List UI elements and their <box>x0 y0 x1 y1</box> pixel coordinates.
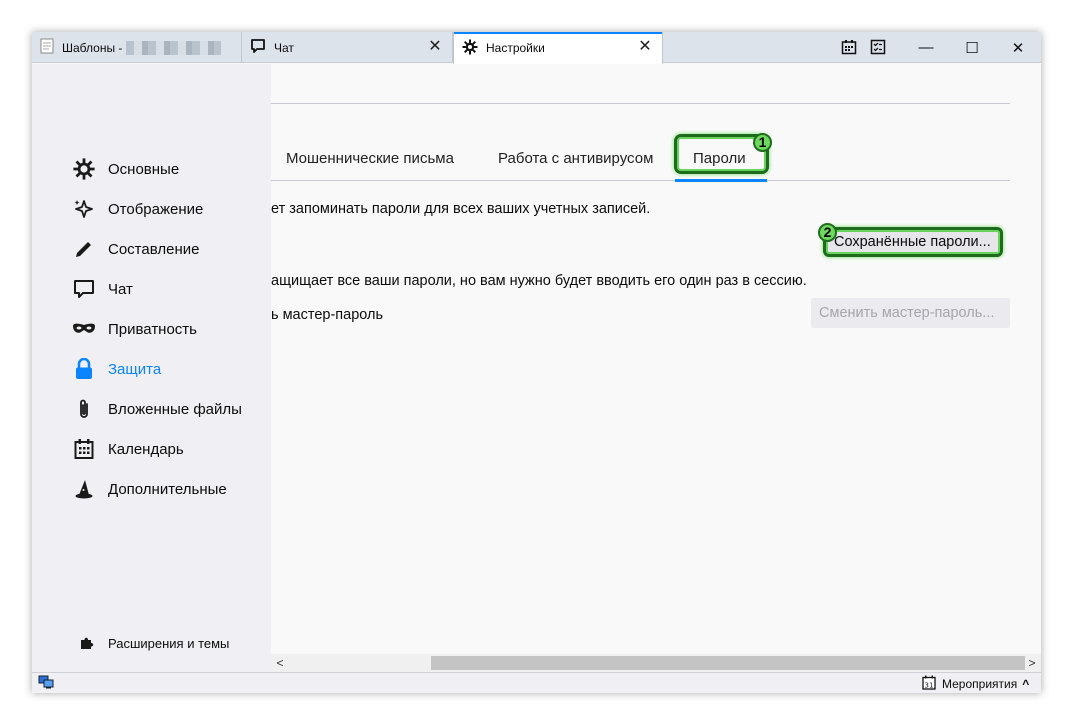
tab-label: Настройки <box>486 41 545 55</box>
sidebar-item-label: Отображение <box>108 200 204 218</box>
annotation-badge-2: 2 <box>818 223 837 242</box>
sidebar-item-label: Календарь <box>108 440 184 458</box>
tab-templates[interactable]: Шаблоны - <box>32 32 242 63</box>
scroll-right-arrow[interactable]: > <box>1023 654 1041 672</box>
pencil-icon <box>72 237 96 261</box>
events-label: Мероприятия <box>942 677 1018 691</box>
sidebar-item-label: Вложенные файлы <box>108 400 242 418</box>
sidebar-item-privacy[interactable]: Приватность <box>72 314 197 344</box>
mask-icon <box>72 317 96 341</box>
events-toggle[interactable]: 31 Мероприятия ^ <box>922 675 1029 693</box>
change-master-password-button: Сменить мастер-пароль... <box>811 298 1010 328</box>
sidebar-item-label: Основные <box>108 160 180 178</box>
sidebar-item-chat[interactable]: Чат <box>72 274 133 304</box>
status-bar: 31 Мероприятия ^ <box>32 672 1041 693</box>
sidebar-item-advanced[interactable]: Дополнительные <box>72 474 227 504</box>
gear-icon <box>72 157 96 181</box>
use-master-password-label[interactable]: ь мастер-пароль <box>271 307 383 323</box>
paperclip-icon <box>72 397 96 421</box>
sidebar-item-security[interactable]: Защита <box>72 354 161 384</box>
annotation-badge-1: 1 <box>753 133 772 152</box>
master-password-description: ащищает все ваши пароли, но вам нужно бу… <box>271 273 807 289</box>
sidebar-item-label: Чат <box>108 280 133 298</box>
sidebar-item-label: Составление <box>108 240 200 258</box>
horizontal-scrollbar[interactable]: < > <box>271 654 1041 672</box>
settings-sidebar: Основные Отображение Составление Чат При… <box>32 64 271 672</box>
sidebar-item-label: Дополнительные <box>108 480 227 498</box>
online-status-icon[interactable] <box>38 675 54 692</box>
sparkle-icon <box>72 197 96 221</box>
chevron-up-icon: ^ <box>1022 677 1030 691</box>
tab-chat[interactable]: Чат ✕ <box>242 32 453 63</box>
divider <box>271 103 1010 104</box>
settings-content: Мошеннические письма Работа с антивирусо… <box>271 64 1041 654</box>
sidebar-item-general[interactable]: Основные <box>72 154 179 184</box>
document-icon <box>40 38 54 57</box>
lock-icon <box>72 357 96 381</box>
tab-label: Чат <box>274 40 294 55</box>
chat-icon <box>72 277 96 301</box>
sidebar-item-attachments[interactable]: Вложенные файлы <box>72 394 242 424</box>
tab-bar: Шаблоны - Чат ✕ Настройки ✕ — ☐ ✕ <box>32 32 1041 64</box>
close-icon[interactable]: ✕ <box>426 38 444 56</box>
puzzle-icon <box>78 634 96 652</box>
security-subtabs: Мошеннические письма Работа с антивирусо… <box>271 139 1010 182</box>
sidebar-item-calendar[interactable]: Календарь <box>72 434 184 464</box>
chat-icon <box>250 38 266 57</box>
tab-scam-emails[interactable]: Мошеннические письма <box>286 150 454 167</box>
minimize-button[interactable]: — <box>903 32 949 63</box>
redacted-text <box>126 40 222 55</box>
close-window-button[interactable]: ✕ <box>995 32 1041 63</box>
svg-text:31: 31 <box>925 681 934 689</box>
wizard-hat-icon <box>72 477 96 501</box>
tasks-icon[interactable] <box>870 39 886 55</box>
sidebar-item-composition[interactable]: Составление <box>72 234 199 264</box>
scrollbar-thumb[interactable] <box>431 656 1025 670</box>
calendar-icon <box>72 437 96 461</box>
scroll-left-arrow[interactable]: < <box>271 654 289 672</box>
sidebar-item-label: Расширения и темы <box>108 635 230 651</box>
calendar-icon[interactable] <box>841 39 857 55</box>
remember-passwords-text: ет запоминать пароли для всех ваших учет… <box>271 201 651 217</box>
sidebar-item-label: Защита <box>108 360 162 378</box>
thunderbird-window: Шаблоны - Чат ✕ Настройки ✕ — ☐ ✕ Основн… <box>32 32 1041 693</box>
close-icon[interactable]: ✕ <box>636 38 654 56</box>
maximize-button[interactable]: ☐ <box>949 32 995 63</box>
sidebar-item-label: Приватность <box>108 320 197 338</box>
tab-label: Шаблоны - <box>62 40 123 55</box>
saved-passwords-button[interactable]: Сохранённые пароли... <box>823 227 1003 257</box>
tab-settings[interactable]: Настройки ✕ <box>453 32 663 64</box>
selected-tab-indicator <box>675 179 767 182</box>
calendar-31-icon: 31 <box>922 675 936 693</box>
gear-icon <box>462 39 478 58</box>
sidebar-item-extensions[interactable]: Расширения и темы <box>78 634 229 652</box>
tab-antivirus[interactable]: Работа с антивирусом <box>498 150 653 167</box>
sidebar-item-display[interactable]: Отображение <box>72 194 203 224</box>
